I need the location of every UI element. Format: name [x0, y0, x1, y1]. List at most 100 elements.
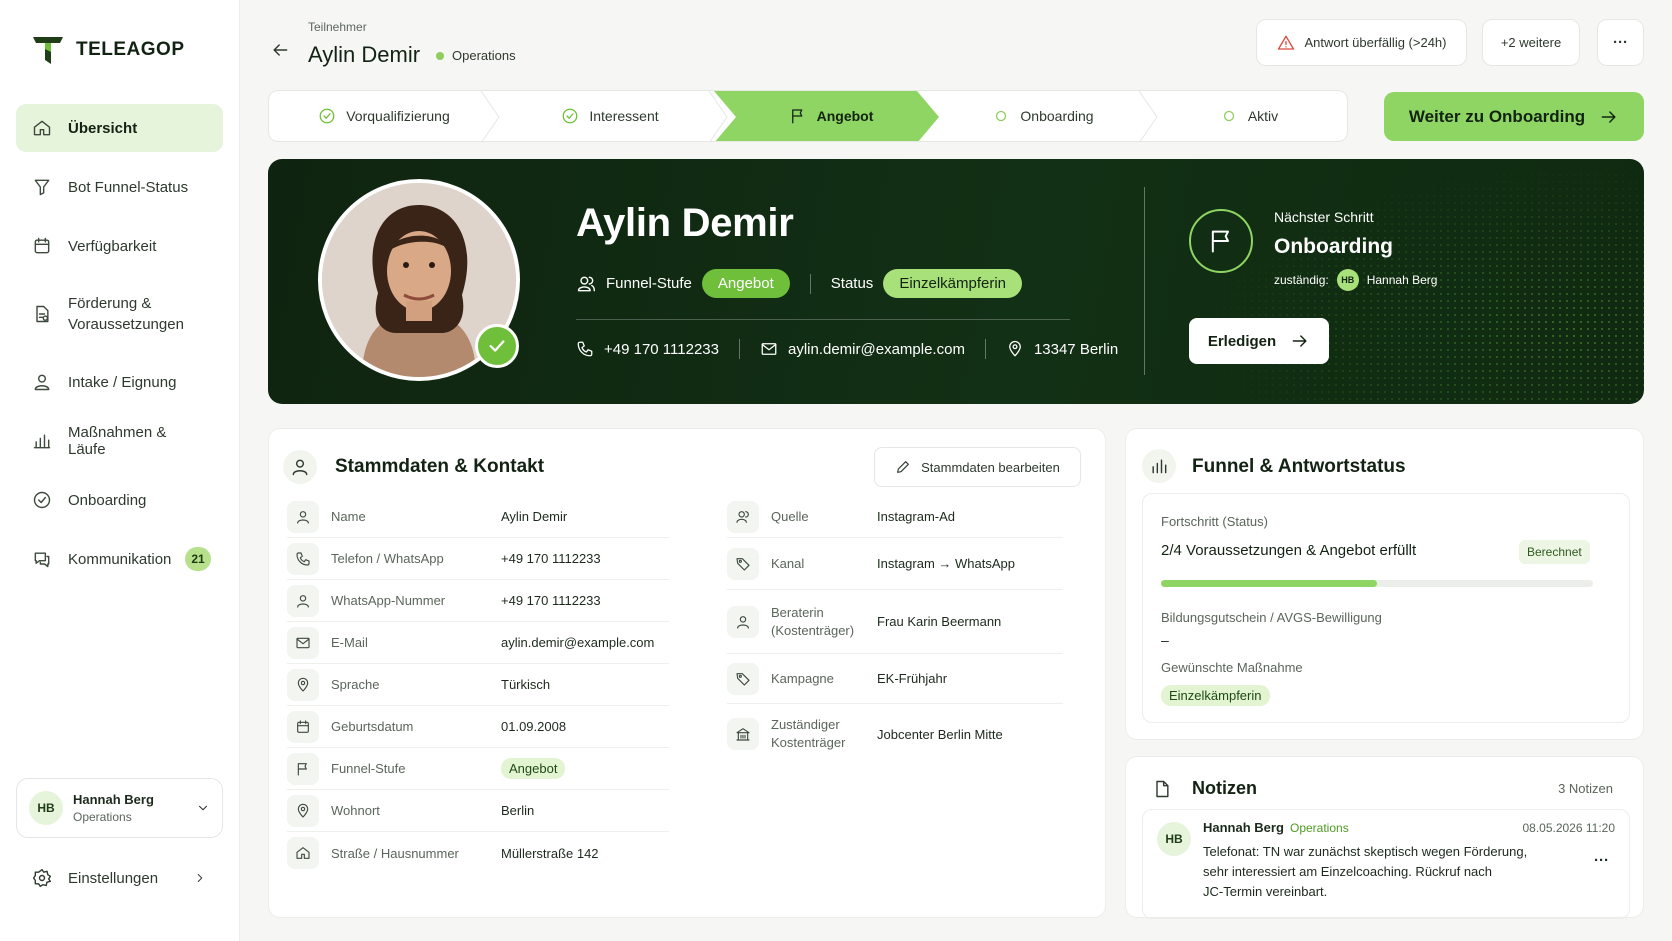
funnel-status-row: Funnel-Stufe Angebot Status Einzelkämpfe… [576, 269, 1023, 298]
sidebar-item-foerderung[interactable]: Förderung & Voraussetzungen [16, 281, 223, 347]
step-label: Angebot [816, 108, 874, 124]
logo[interactable]: TELEAGOP [30, 32, 185, 68]
voucher-value: – [1161, 632, 1169, 648]
user-switcher[interactable]: HB Hannah Berg Operations [16, 778, 223, 838]
field-label: Beraterin (Kostenträger) [771, 604, 855, 638]
home-icon [33, 120, 51, 136]
measure-label: Gewünschte Maßnahme [1161, 660, 1303, 675]
contact-row: +49 170 1112233 aylin.demir@example.com … [576, 339, 1118, 359]
field-value: Instagram-Ad [877, 509, 956, 524]
step-aktiv[interactable]: Aktiv [1149, 91, 1347, 141]
circle-icon [996, 110, 1007, 122]
step-onboarding[interactable]: Onboarding [937, 91, 1149, 141]
phone-icon [577, 341, 593, 357]
field-row: Name Aylin Demir [287, 496, 669, 538]
sidebar-item-verfuegbarkeit[interactable]: Verfügbarkeit [16, 222, 223, 270]
sidebar-item-massnahmen[interactable]: Maßnahmen & Läufe [16, 417, 223, 465]
field-value: Instagram → WhatsApp [877, 556, 1015, 571]
field-label: Telefon / WhatsApp [331, 551, 444, 566]
back-arrow-icon[interactable] [270, 40, 290, 60]
field-row: Quelle Instagram-Ad [727, 496, 1063, 538]
user-icon [287, 584, 319, 617]
field-label: Kampagne [771, 670, 834, 686]
note-menu-button[interactable]: ··· [1594, 852, 1609, 869]
check-circle-icon [319, 108, 335, 124]
field-label: Name [331, 509, 366, 524]
sidebar-item-onboarding[interactable]: Onboarding [16, 476, 223, 524]
more-menu-icon: ··· [1613, 34, 1628, 51]
field-row: Beraterin (Kostenträger) Frau Karin Beer… [727, 590, 1063, 654]
user-role: Operations [73, 810, 132, 824]
flag-icon [1211, 230, 1229, 253]
home-icon [287, 837, 319, 869]
next-step-flag [1189, 209, 1253, 273]
user-info: Hannah Berg Operations [73, 792, 154, 824]
bar-chart-icon [1142, 449, 1176, 483]
phone-link[interactable]: +49 170 1112233 [604, 341, 719, 358]
notes-card: Notizen 3 Notizen HB Hannah Berg Operati… [1125, 756, 1644, 919]
funnel-stage-label: Funnel-Stufe [606, 275, 692, 292]
funnel-stepper: Vorqualifizierung Interessent Angebot On… [268, 90, 1348, 142]
user-icon [727, 605, 759, 638]
note-date: 08.05.2026 11:20 [1522, 821, 1615, 835]
field-value: Berlin [501, 803, 535, 818]
sidebar-nav: Übersicht Bot Funnel-Status Verfügbarkei… [16, 104, 223, 594]
users-icon [577, 276, 596, 291]
status-dot [436, 51, 444, 60]
department-tag: Operations [436, 48, 516, 63]
edit-label: Stammdaten bearbeiten [921, 459, 1060, 475]
sidebar-item-label: Förderung & Voraussetzungen [68, 295, 184, 333]
sidebar-item-intake[interactable]: Intake / Eignung [16, 358, 223, 406]
divider [984, 339, 986, 359]
settings-link[interactable]: Einstellungen [32, 868, 207, 888]
complete-button[interactable]: Erledigen [1189, 318, 1329, 364]
master-data-card: Stammdaten & Kontakt Stammdaten bearbeit… [268, 428, 1106, 918]
divider [1144, 187, 1145, 375]
field-value: aylin.demir@example.com [501, 635, 655, 650]
next-stage-button[interactable]: Weiter zu Onboarding [1384, 92, 1644, 141]
field-label: Geburtsdatum [331, 719, 414, 734]
card-title: Stammdaten & Kontakt [335, 456, 545, 477]
responsible-name: Hannah Berg [1366, 273, 1438, 287]
field-value: Müllerstraße 142 [501, 845, 599, 861]
sidebar-item-uebersicht[interactable]: Übersicht [16, 104, 223, 152]
step-label: Vorqualifizierung [346, 108, 450, 124]
more-alerts-button[interactable]: +2 weitere [1482, 19, 1580, 66]
note-line: JC-Termin vereinbart. [1203, 884, 1328, 899]
bar-chart-icon [33, 434, 51, 449]
arrow-right-icon [1292, 335, 1307, 347]
field-row: Kampagne EK-Frühjahr [727, 654, 1063, 704]
next-stage-label: Weiter zu Onboarding [1408, 106, 1586, 126]
app-name: TELEAGOP [76, 39, 185, 60]
field-value: 01.09.2008 [501, 719, 567, 734]
responsible-row: zuständig: HB Hannah Berg [1274, 269, 1437, 291]
step-interessent[interactable]: Interessent [495, 91, 725, 141]
notes-count[interactable]: 3 Notizen [1558, 781, 1613, 796]
sidebar-item-kommunikation[interactable]: Kommunikation 21 [16, 535, 223, 583]
page-title: Aylin Demir [308, 42, 421, 67]
step-vorqualifizierung[interactable]: Vorqualifizierung [269, 91, 499, 141]
field-row: Funnel-Stufe Angebot [287, 748, 669, 790]
avatar: HB [1336, 269, 1359, 291]
sidebar-item-bot-funnel-status[interactable]: Bot Funnel-Status [16, 163, 223, 211]
funnel-stage-pill: Angebot [501, 758, 566, 779]
funnel-progress-panel: Fortschritt (Status) 2/4 Voraussetzungen… [1142, 493, 1630, 723]
participant-hero: Aylin Demir Funnel-Stufe Angebot Status … [268, 159, 1644, 404]
verified-check-icon [475, 324, 519, 368]
field-row: Straße / Hausnummer Müllerstraße 142 [287, 832, 669, 874]
unread-badge: 21 [185, 547, 211, 571]
tag-icon [727, 662, 759, 695]
calendar-icon [287, 710, 319, 743]
user-icon [34, 374, 50, 391]
breadcrumb[interactable]: Teilnehmer [308, 20, 367, 34]
sidebar-item-label: Bot Funnel-Status [68, 178, 189, 196]
edit-master-data-button[interactable]: Stammdaten bearbeiten [874, 447, 1081, 487]
email-link[interactable]: aylin.demir@example.com [788, 341, 965, 358]
more-menu-button[interactable]: ··· [1597, 19, 1644, 66]
funnel-stage-pill: Angebot [701, 269, 790, 298]
overdue-alert-button[interactable]: Antwort überfällig (>24h) [1256, 19, 1467, 66]
card-title: Funnel & Antwortstatus [1192, 456, 1406, 477]
location-pin-icon [1009, 340, 1021, 357]
step-angebot[interactable]: Angebot [725, 91, 937, 141]
next-step-label: Nächster Schritt [1274, 209, 1374, 225]
